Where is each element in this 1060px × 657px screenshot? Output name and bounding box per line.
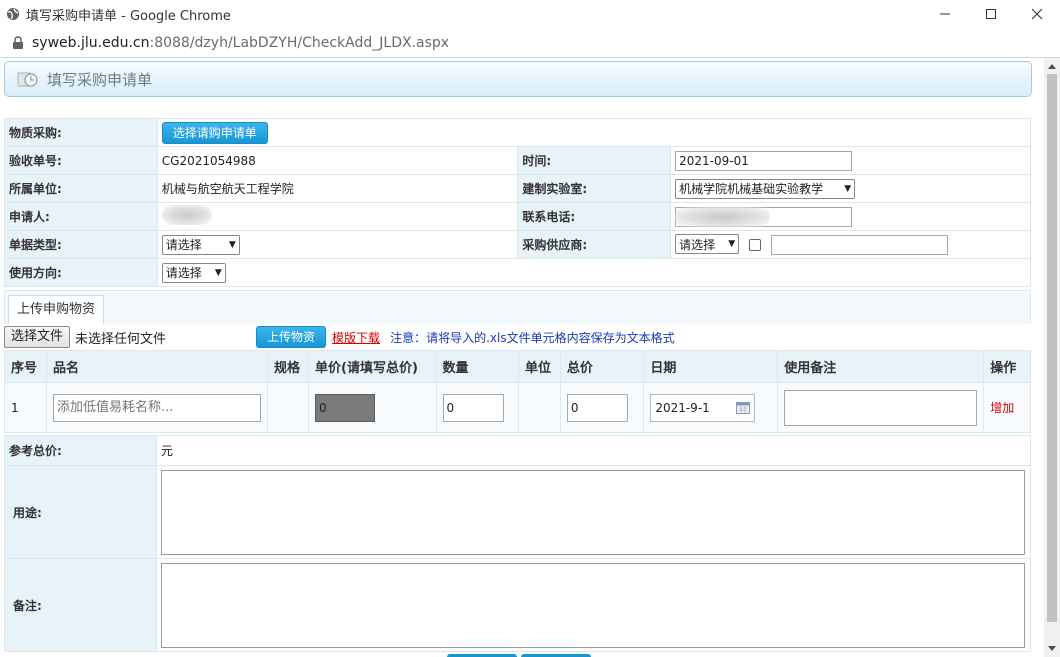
no-file-text: 未选择任何文件 [75,331,167,347]
choose-file-button[interactable]: 选择文件 [4,326,71,348]
direction-select-value: 请选择 [165,266,202,280]
receipt-no-value: CG2021054988 [156,146,519,175]
select-request-button[interactable]: 选择请购申请单 [161,121,268,144]
date-input[interactable]: 2021-9-1 [650,393,756,422]
clock-document-icon [17,72,38,87]
supplier-checkbox[interactable] [748,239,761,252]
supplier-select[interactable]: 请选择 ▼ [675,234,740,255]
receipt-no-label: 验收单号: [4,146,158,175]
chevron-down-icon: ▼ [844,183,852,194]
material-label: 物质采购: [4,118,158,147]
col-index: 序号 [4,350,47,383]
globe-icon [7,8,19,20]
window-titlebar: 填写采购申请单 - Google Chrome [0,0,1060,28]
close-button[interactable] [1014,0,1060,28]
upload-note: 注意：请将导入的.xls文件单元格内容保存为文本格式 [390,330,675,345]
lab-select[interactable]: 机械学院机械基础实验教学 ▼ [675,178,856,199]
applicant-label: 申请人: [4,202,158,231]
remark-textarea[interactable] [784,389,978,426]
remark-label: 备注: [4,558,157,652]
doc-type-select-value: 请选择 [165,238,202,252]
unit-value: 机械与航空航天工程学院 [156,174,519,203]
template-download-link[interactable]: 模版下载 [332,329,380,346]
maximize-icon [986,9,996,19]
chevron-down-icon: ▼ [728,239,736,250]
remark-note-textarea[interactable] [161,562,1025,648]
scrollbar-thumb[interactable] [1047,74,1057,622]
phone-redacted [675,207,771,227]
maximize-button[interactable] [968,0,1014,28]
upload-tab-row: 上传申购物资 [4,290,1031,325]
doc-type-label: 单据类型: [4,230,158,259]
date-value: 2021-9-1 [655,400,710,415]
doc-type-select[interactable]: 请选择 ▼ [161,234,240,255]
page-content: 填写采购申请单 物质采购: 选择请购申请单 验收单号: CG2021054988… [0,58,1044,657]
supplier-label: 采购供应商: [517,230,672,259]
chevron-down-icon: ▼ [228,239,236,250]
col-remark: 使用备注 [777,350,985,383]
col-action: 操作 [983,350,1031,383]
applicant-redacted [161,205,212,225]
total-price-currency: 元 [156,435,1031,466]
phone-label: 联系电话: [517,202,672,231]
item-name-input[interactable] [52,393,261,422]
items-header-row: 序号 品名 规格 单价(请填写总价) 数量 单位 总价 日期 使用备注 操作 [4,350,1031,383]
window-title: 填写采购申请单 - Google Chrome [26,8,231,24]
supplier-select-value: 请选择 [679,237,716,252]
col-quantity: 数量 [435,350,519,383]
address-bar[interactable]: syweb.jlu.edu.cn:8088/dzyh/LabDZYH/Check… [0,28,1060,58]
direction-label: 使用方向: [4,258,158,287]
vertical-scrollbar[interactable] [1044,58,1060,657]
row-index: 1 [4,382,47,433]
tab-upload-materials[interactable]: 上传申购物资 [8,295,105,325]
chevron-down-icon: ▼ [214,267,222,278]
scroll-up-icon[interactable] [1044,58,1060,74]
request-form: 物质采购: 选择请购申请单 验收单号: CG2021054988 时间: 所属单… [4,118,1032,287]
unit-label: 所属单位: [4,174,158,203]
minimize-icon [940,13,950,15]
calendar-icon[interactable] [736,401,751,414]
lock-icon [13,35,23,49]
url-text[interactable]: syweb.jlu.edu.cn:8088/dzyh/LabDZYH/Check… [32,35,449,51]
total-input[interactable] [566,393,628,422]
url-path: :8088/dzyh/LabDZYH/CheckAdd_JLDX.aspx [149,34,450,51]
purpose-textarea[interactable] [161,469,1025,555]
col-name: 品名 [45,350,268,383]
purpose-label: 用途: [4,465,157,559]
table-row: 1 2021-9-1 增加 [4,382,1031,433]
unit-price-input[interactable] [315,393,375,422]
scroll-down-icon[interactable] [1044,641,1060,657]
lab-select-value: 机械学院机械基础实验教学 [679,182,824,196]
col-unit: 单位 [517,350,561,383]
url-host: syweb.jlu.edu.cn [32,34,150,51]
page-header: 填写采购申请单 [4,61,1032,97]
quantity-input[interactable] [442,393,504,422]
add-row-link[interactable]: 增加 [990,401,1014,415]
col-spec: 规格 [266,350,310,383]
page-title: 填写采购申请单 [47,70,153,89]
lab-label: 建制实验室: [517,174,672,203]
items-table: 序号 品名 规格 单价(请填写总价) 数量 单位 总价 日期 使用备注 操作 1… [4,350,1031,433]
time-label: 时间: [517,146,672,175]
col-price: 单价(请填写总价) [308,350,437,383]
time-input[interactable] [675,150,853,171]
minimize-button[interactable] [922,0,968,28]
col-total: 总价 [559,350,645,383]
summary-table: 参考总价: 元 用途: 备注: [4,435,1031,652]
col-date: 日期 [643,350,779,383]
upload-materials-button[interactable]: 上传物资 [256,326,327,348]
supplier-input[interactable] [770,234,948,255]
close-icon [1031,8,1043,20]
total-price-label: 参考总价: [4,435,157,466]
upload-row: 选择文件 未选择任何文件 上传物资 模版下载 注意：请将导入的.xls文件单元格… [4,324,1031,350]
direction-select[interactable]: 请选择 ▼ [161,262,226,283]
